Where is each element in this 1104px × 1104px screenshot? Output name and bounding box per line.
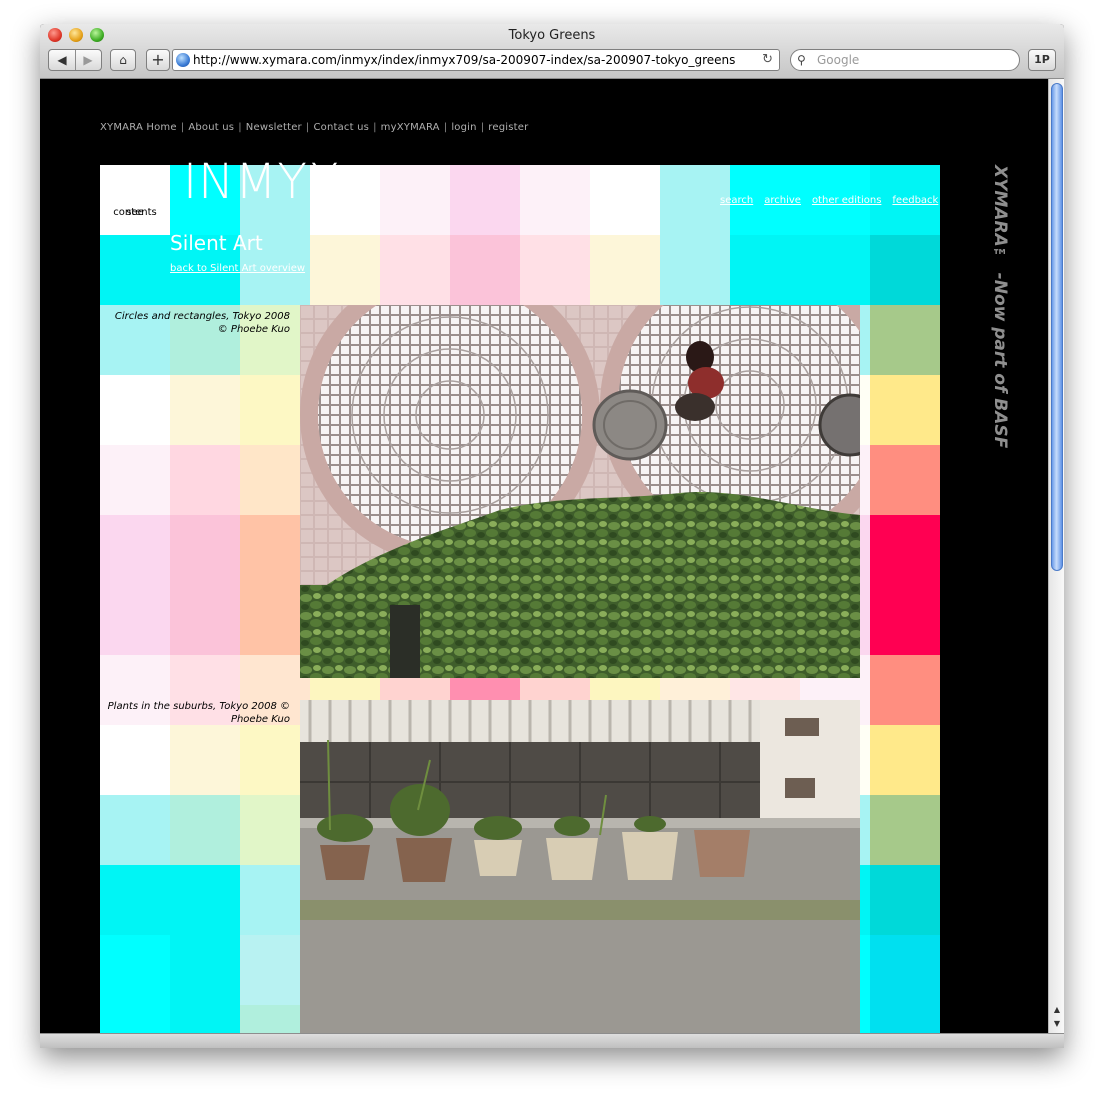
browser-window: Tokyo Greens ◀ ▶ ⌂ + http://www.xymara.co… [40, 24, 1064, 1048]
mosaic-tile [870, 305, 940, 375]
mosaic-tile [170, 585, 240, 655]
mosaic-tile [590, 165, 660, 235]
back-arrow-icon[interactable]: ◀ [50, 50, 75, 70]
link-feedback[interactable]: feedback [892, 195, 938, 206]
photo-circles-and-rectangles [300, 305, 860, 678]
nav-login[interactable]: login [451, 122, 476, 133]
forward-arrow-icon[interactable]: ▶ [76, 50, 101, 70]
address-bar[interactable]: http://www.xymara.com/inmyx/index/inmyx7… [172, 49, 780, 71]
home-icon[interactable]: ⌂ [110, 49, 136, 71]
inmyx-logo: INMYX [183, 154, 342, 210]
top-links: search archive other editions feedback [720, 195, 949, 206]
mosaic-tile [380, 165, 450, 235]
nav-register[interactable]: register [488, 122, 528, 133]
page-viewport: XYMARA Home | About us | Newsletter | Contact … [40, 79, 1048, 1033]
vertical-brand-text: XYMARA™ -Now part of BASF [990, 165, 1010, 449]
password-manager-button[interactable]: 1P [1028, 49, 1056, 71]
mosaic-tile [870, 865, 940, 935]
mosaic-tile [520, 235, 590, 305]
photo-caption: Plants in the suburbs, Tokyo 2008 © Phoe… [107, 701, 290, 725]
search-field[interactable]: ⚲ Google [790, 49, 1020, 71]
reload-icon[interactable]: ↻ [762, 50, 773, 70]
mosaic-tile [450, 165, 520, 235]
mosaic-tile [870, 375, 940, 445]
photo-plants-in-the-suburbs [300, 700, 860, 1033]
mosaic-tile [170, 795, 240, 865]
mosaic-tile [520, 165, 590, 235]
mosaic-tile [310, 235, 380, 305]
back-forward-buttons: ◀ ▶ [48, 49, 102, 71]
plants-suburbs-image [300, 700, 860, 1033]
address-url[interactable]: http://www.xymara.com/inmyx/index/inmyx7… [193, 50, 753, 70]
mosaic-tile [170, 865, 240, 935]
mosaic-tile [870, 515, 940, 585]
window-title: Tokyo Greens [508, 28, 596, 43]
mosaic-tile [660, 235, 730, 305]
mosaic-tile [170, 375, 240, 445]
site-nav: XYMARA Home | About us | Newsletter | Contact … [100, 122, 529, 133]
nav-myxymara[interactable]: myXYMARA [381, 122, 440, 133]
nav-newsletter[interactable]: Newsletter [246, 122, 302, 133]
mosaic-tile [170, 1005, 240, 1033]
mosaic-tile [170, 445, 240, 515]
mosaic-tile [870, 445, 940, 515]
link-archive[interactable]: archive [764, 195, 801, 206]
mosaic-tile [870, 935, 940, 1005]
mosaic-tile [870, 725, 940, 795]
nav-contact-us[interactable]: Contact us [313, 122, 369, 133]
scroll-arrows[interactable]: ▲ ▼ [1049, 1003, 1064, 1033]
link-other-editions[interactable]: other editions [812, 195, 881, 206]
mosaic-tile [870, 795, 940, 865]
mosaic-tile [100, 935, 170, 1005]
nav-xymara-home[interactable]: XYMARA Home [100, 122, 177, 133]
mosaic-tile [100, 725, 170, 795]
nav-about-us[interactable]: About us [188, 122, 234, 133]
back-to-overview-link[interactable]: back to Silent Art overview [170, 263, 305, 274]
mosaic-tile [170, 935, 240, 1005]
mosaic-tile [100, 585, 170, 655]
mosaic-tile [870, 1005, 940, 1033]
mosaic-tile [100, 1005, 170, 1033]
mosaic-tile [170, 725, 240, 795]
circles-rectangles-image [300, 305, 860, 678]
add-bookmark-icon[interactable]: + [146, 49, 170, 71]
link-search[interactable]: search [720, 195, 753, 206]
search-placeholder: Google [817, 53, 860, 67]
mosaic-tile [870, 235, 940, 305]
see-contents-link[interactable]: see contents [100, 165, 170, 235]
mosaic-tile [730, 235, 800, 305]
section-title: Silent Art [170, 231, 263, 255]
globe-icon [176, 53, 190, 67]
mosaic-tile [100, 445, 170, 515]
mosaic-tile [100, 375, 170, 445]
mosaic-tile [870, 655, 940, 725]
mosaic-tile [590, 235, 660, 305]
photo-caption: Circles and rectangles, Tokyo 2008 © Pho… [114, 311, 290, 335]
vertical-scrollbar[interactable]: ▲ ▼ [1048, 79, 1064, 1033]
mosaic-tile [800, 235, 870, 305]
mosaic-tile [100, 515, 170, 585]
search-icon: ⚲ [797, 53, 806, 67]
scrollbar-thumb[interactable] [1051, 83, 1063, 571]
status-bar [40, 1033, 1064, 1048]
mosaic-tile [170, 515, 240, 585]
mosaic-tile [100, 795, 170, 865]
mosaic-tile [870, 585, 940, 655]
mosaic-tile [380, 235, 450, 305]
mosaic-tile [100, 235, 170, 305]
mosaic-tile [450, 235, 520, 305]
browser-toolbar: Tokyo Greens ◀ ▶ ⌂ + http://www.xymara.co… [40, 24, 1064, 79]
mosaic-tile [100, 865, 170, 935]
